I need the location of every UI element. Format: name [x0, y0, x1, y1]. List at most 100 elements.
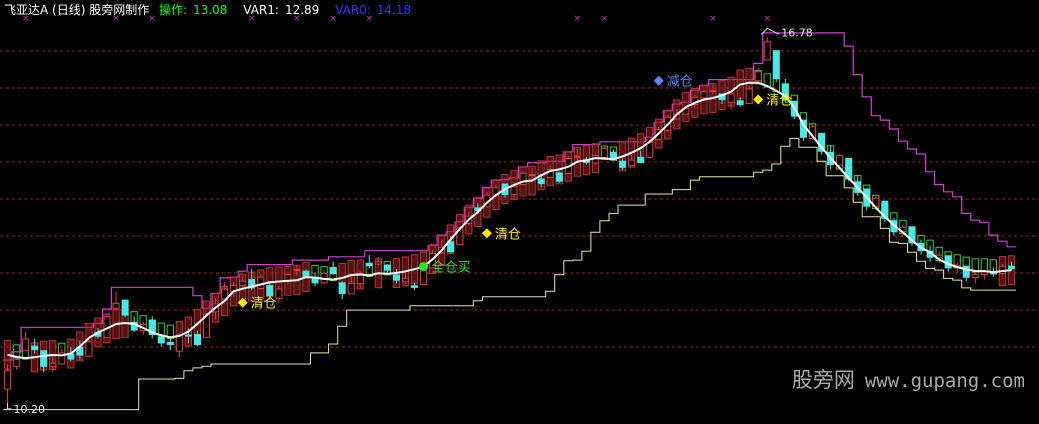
- candle-body: [85, 341, 93, 357]
- candle-body: [619, 160, 627, 168]
- midline: [7, 81, 1012, 360]
- signal-diamond: [481, 228, 492, 239]
- signal-diamond: [753, 94, 764, 105]
- candle: [329, 261, 337, 276]
- candle-body: [573, 155, 581, 158]
- high-price-label: 16.78: [781, 26, 813, 39]
- signal-marker: 清仓: [237, 297, 277, 312]
- watermark: 股旁网 www.gupang.com: [792, 364, 1025, 394]
- candle-body: [329, 267, 337, 274]
- candle-body: [347, 282, 355, 295]
- candle: [971, 272, 979, 284]
- candle-body: [402, 277, 409, 283]
- price-chart[interactable]: × × × × × × × × × × ×16.7810.20清仓全仓买清仓减仓清仓: [0, 0, 1039, 424]
- candle-body: [157, 336, 165, 344]
- candle-body: [338, 282, 346, 294]
- candle: [112, 291, 120, 311]
- x-marker: ×: [601, 14, 609, 24]
- signal-label: 清仓: [251, 297, 277, 312]
- candle: [22, 331, 30, 352]
- candle-body: [194, 334, 201, 346]
- candle-body: [772, 50, 780, 79]
- candle: [383, 264, 391, 273]
- candle-body: [302, 270, 310, 277]
- buy-dot: [419, 262, 429, 272]
- candle: [745, 86, 753, 104]
- candle-body: [628, 159, 636, 167]
- candle: [754, 67, 762, 83]
- candle-body: [166, 341, 174, 345]
- signal-label: 减仓: [667, 75, 693, 90]
- candle-body: [1008, 265, 1015, 269]
- candle: [221, 282, 229, 300]
- candle-body: [637, 156, 645, 163]
- op-value: 13.08: [193, 3, 228, 17]
- candle-body: [31, 345, 39, 351]
- candle-body: [293, 269, 301, 272]
- candle-body: [944, 255, 952, 269]
- signal-marker: 清仓: [753, 93, 792, 108]
- candle: [103, 313, 111, 338]
- candle-body: [763, 41, 771, 61]
- candle-body: [971, 274, 979, 278]
- candle-body: [184, 334, 192, 337]
- candle-body: [700, 91, 708, 99]
- candle-body: [112, 302, 120, 309]
- candle: [85, 339, 93, 357]
- candle: [601, 146, 608, 159]
- candle: [257, 274, 265, 290]
- candle-body: [555, 172, 563, 182]
- candle-body: [4, 370, 11, 390]
- candle-body: [510, 186, 518, 196]
- signal-diamond: [653, 75, 664, 86]
- op-label: 操作:: [159, 3, 188, 17]
- low-pointer: [7, 402, 12, 410]
- chart-header: 飞亚达A (日线) 股旁网制作 操作: 13.08 VAR1: 12.89 VAR0…: [4, 1, 423, 18]
- candle: [157, 336, 165, 347]
- candle-body: [175, 334, 183, 352]
- signal-label: 清仓: [766, 93, 792, 108]
- candle-body: [121, 299, 129, 316]
- candle-body: [736, 100, 744, 106]
- candles: [4, 37, 1015, 403]
- candle: [727, 91, 735, 110]
- candle: [58, 349, 66, 365]
- candle-body: [709, 90, 717, 93]
- candle-body: [383, 264, 391, 271]
- x-marker: ×: [709, 14, 717, 24]
- var1-value: 12.89: [284, 3, 320, 17]
- signal-label: 清仓: [495, 227, 521, 242]
- candle-body: [537, 178, 545, 184]
- candle-body: [365, 262, 373, 267]
- candle-body: [528, 174, 536, 177]
- candle: [763, 37, 771, 61]
- candle-body: [22, 338, 30, 352]
- var1-label: VAR1:: [243, 3, 279, 17]
- candle-body: [13, 359, 21, 367]
- watermark-cn: 股旁网: [791, 368, 855, 392]
- candle: [121, 299, 129, 318]
- grid-lines: [0, 50, 1039, 348]
- signal-label: 全仓买: [432, 260, 471, 276]
- candle-body: [411, 285, 418, 288]
- var0-label: VAR0:: [335, 3, 371, 17]
- watermark-url: www.gupang.com: [864, 370, 1025, 392]
- candle-body: [40, 350, 48, 367]
- candle: [555, 171, 563, 183]
- candle-body: [49, 362, 57, 367]
- candle: [311, 272, 319, 287]
- x-marker: ×: [574, 14, 582, 24]
- candle-body: [393, 274, 400, 281]
- candle-body: [754, 71, 762, 82]
- candle-body: [266, 285, 274, 297]
- signal-marker: 减仓: [653, 75, 693, 90]
- candle-body: [836, 155, 844, 166]
- candle: [338, 281, 346, 299]
- candle-body: [610, 151, 617, 159]
- candle-body: [601, 147, 608, 159]
- low-price-label: 10.20: [14, 403, 46, 416]
- candle: [772, 50, 780, 82]
- trend-band: [3, 67, 1016, 373]
- candle: [166, 338, 174, 351]
- candle: [4, 364, 11, 403]
